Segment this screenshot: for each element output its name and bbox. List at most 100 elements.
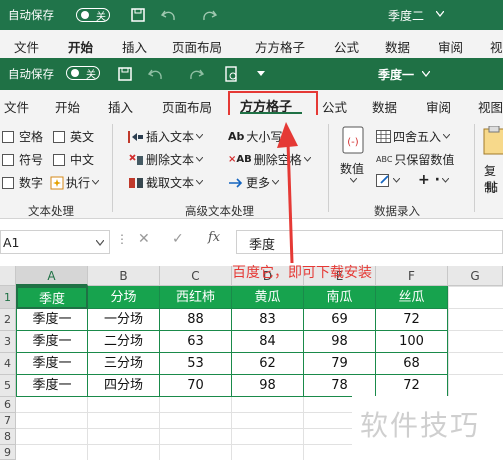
column-header-c[interactable]: C xyxy=(160,266,232,286)
table-cell[interactable]: 季度一 xyxy=(16,309,88,331)
tab-formula-back[interactable]: 公式 xyxy=(334,37,359,56)
name-box[interactable]: A1 xyxy=(0,230,110,254)
table-cell[interactable]: 98 xyxy=(232,375,304,397)
print-preview-icon[interactable] xyxy=(223,66,239,82)
fx-icon[interactable]: fx xyxy=(208,230,220,245)
table-cell[interactable]: 100 xyxy=(376,331,448,353)
column-header-f[interactable]: F xyxy=(376,266,448,286)
table-cell[interactable]: 72 xyxy=(376,309,448,331)
save-icon[interactable] xyxy=(117,66,133,82)
header-cell[interactable]: 南瓜 xyxy=(304,286,376,309)
table-cell[interactable]: 季度一 xyxy=(16,353,88,375)
table-cell[interactable]: 69 xyxy=(304,309,376,331)
redo-icon[interactable] xyxy=(200,7,218,23)
tab-insert[interactable]: 插入 xyxy=(108,97,133,116)
row-header-4[interactable]: 4 xyxy=(0,353,16,375)
column-header-a[interactable]: A xyxy=(16,266,88,286)
tab-formula[interactable]: 公式 xyxy=(322,97,347,116)
cancel-icon[interactable]: ✕ xyxy=(138,231,150,247)
row-header-8[interactable]: 8 xyxy=(0,429,16,445)
check-english[interactable]: 英文 xyxy=(53,128,94,145)
title-bar-back: 自动保存 关 季度二 xyxy=(0,0,503,30)
column-header-g[interactable]: G xyxy=(448,266,503,286)
save-icon[interactable] xyxy=(130,7,146,23)
header-cell[interactable]: 西红柿 xyxy=(160,286,232,309)
edit-button[interactable] xyxy=(376,174,400,187)
header-cell[interactable]: 分场 xyxy=(88,286,160,309)
row-header-9[interactable]: 9 xyxy=(0,445,16,460)
row-header-3[interactable]: 3 xyxy=(0,331,16,353)
annotation-arrow-icon xyxy=(277,122,298,264)
row-header-6[interactable]: 6 xyxy=(0,397,16,413)
check-chinese[interactable]: 中文 xyxy=(53,151,94,168)
autosave-label: 自动保存 xyxy=(8,8,54,22)
table-cell[interactable]: 83 xyxy=(232,309,304,331)
keep-values-button[interactable]: ABC 只保留数值 xyxy=(376,151,454,168)
tab-layout-back[interactable]: 页面布局 xyxy=(172,37,222,56)
row-header-1[interactable]: 1 xyxy=(0,286,16,309)
autosave-toggle[interactable]: 关 xyxy=(76,8,110,23)
table-cell[interactable]: 72 xyxy=(376,375,448,397)
customize-toolbar-icon[interactable] xyxy=(257,71,265,77)
tab-layout[interactable]: 页面布局 xyxy=(162,97,212,116)
copy-paste-button[interactable]: 复制 贴 xyxy=(482,126,503,196)
plus-minus-button[interactable]: + · xyxy=(418,172,449,188)
extract-text-button[interactable]: 截取文本 xyxy=(128,174,204,191)
round-button[interactable]: 四舍五入 xyxy=(376,128,451,145)
value-button[interactable]: (-) 数值 xyxy=(336,126,372,188)
undo-icon[interactable] xyxy=(147,66,165,82)
check-number[interactable]: 数字 xyxy=(2,174,43,191)
tab-ffgz-back[interactable]: 方方格子 xyxy=(255,37,305,56)
tab-review-back[interactable]: 审阅 xyxy=(438,37,463,56)
table-cell[interactable]: 53 xyxy=(160,353,232,375)
toggle-text: 关 xyxy=(96,11,106,23)
tab-insert-back[interactable]: 插入 xyxy=(122,37,147,56)
tab-view[interactable]: 视图 xyxy=(478,97,503,116)
toggle-knob-icon xyxy=(71,69,79,77)
redo-icon[interactable] xyxy=(187,66,205,82)
table-cell[interactable]: 62 xyxy=(232,353,304,375)
table-cell[interactable]: 63 xyxy=(160,331,232,353)
tab-data-back[interactable]: 数据 xyxy=(385,37,410,56)
undo-icon[interactable] xyxy=(160,7,178,23)
execute-button[interactable]: 执行 xyxy=(50,174,100,191)
autosave-toggle[interactable]: 关 xyxy=(66,66,100,81)
check-symbol[interactable]: 符号 xyxy=(2,151,43,168)
table-cell[interactable]: 78 xyxy=(304,375,376,397)
group-label-adv: 高级文本处理 xyxy=(185,204,254,218)
table-cell[interactable]: 68 xyxy=(376,353,448,375)
checkbox-icon xyxy=(53,130,65,143)
column-header-b[interactable]: B xyxy=(88,266,160,286)
table-cell[interactable]: 98 xyxy=(304,331,376,353)
check-space[interactable]: 空格 xyxy=(2,128,43,145)
tab-data[interactable]: 数据 xyxy=(372,97,397,116)
tab-home[interactable]: 开始 xyxy=(55,97,80,116)
svg-text:(-): (-) xyxy=(347,137,359,148)
row-header-2[interactable]: 2 xyxy=(0,309,16,331)
tab-file[interactable]: 文件 xyxy=(4,97,29,116)
header-cell[interactable]: 季度 xyxy=(16,286,88,309)
header-cell[interactable]: 丝瓜 xyxy=(376,286,448,309)
insert-text-button[interactable]: 插入文本 xyxy=(128,128,204,145)
table-cell[interactable]: 季度一 xyxy=(16,375,88,397)
table-cell[interactable]: 二分场 xyxy=(88,331,160,353)
table-cell[interactable]: 84 xyxy=(232,331,304,353)
tab-view-back[interactable]: 视 xyxy=(490,37,503,56)
table-cell[interactable]: 一分场 xyxy=(88,309,160,331)
table-cell[interactable]: 79 xyxy=(304,353,376,375)
delete-text-button[interactable]: 删除文本 xyxy=(128,151,204,168)
insert-text-label: 插入文本 xyxy=(146,130,195,144)
table-cell[interactable]: 季度一 xyxy=(16,331,88,353)
table-cell[interactable]: 88 xyxy=(160,309,232,331)
confirm-icon[interactable]: ✓ xyxy=(172,231,184,247)
table-cell[interactable]: 四分场 xyxy=(88,375,160,397)
row-header-7[interactable]: 7 xyxy=(0,413,16,429)
table-cell[interactable]: 70 xyxy=(160,375,232,397)
select-all-corner[interactable] xyxy=(0,266,16,286)
header-cell[interactable]: 黄瓜 xyxy=(232,286,304,309)
table-cell[interactable]: 三分场 xyxy=(88,353,160,375)
tab-file-back[interactable]: 文件 xyxy=(14,37,39,56)
tab-home-back[interactable]: 开始 xyxy=(68,37,93,56)
row-header-5[interactable]: 5 xyxy=(0,375,16,397)
tab-review[interactable]: 审阅 xyxy=(426,97,451,116)
